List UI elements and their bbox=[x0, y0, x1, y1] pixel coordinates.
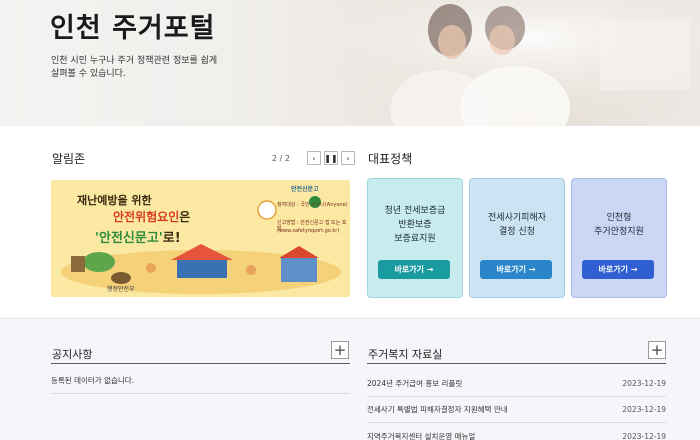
welfare-more-button[interactable]: + bbox=[648, 341, 666, 359]
banner-footer: 행정안전부 bbox=[107, 286, 135, 293]
hero-section: 인천 주거포털 인천 시민 누구나 주거 정책관련 정보를 쉽게 살펴볼 수 있… bbox=[0, 0, 700, 126]
pager-count: 2 / 2 bbox=[272, 153, 290, 163]
list-item-title: 전세사기 특별법 피해자결정자 지원혜택 안내 bbox=[367, 405, 508, 414]
banner-pager: 2 / 2 ‹ ❚❚ › bbox=[272, 150, 355, 166]
banner-headline-2: 안전위험요인은 bbox=[113, 208, 190, 225]
prev-button[interactable]: ‹ bbox=[306, 151, 321, 165]
policy-card-go-button[interactable]: 바로가기 → bbox=[378, 260, 450, 279]
plus-icon: + bbox=[650, 340, 664, 359]
chevron-right-icon: › bbox=[346, 153, 350, 163]
pause-button[interactable]: ❚❚ bbox=[323, 151, 338, 165]
notices-more-button[interactable]: + bbox=[331, 341, 349, 359]
banner-headline-2-red: 안전위험요인 bbox=[113, 210, 180, 224]
policy-section-title: 대표정책 bbox=[368, 152, 413, 166]
policy-card-youth-deposit[interactable]: 청년 전세보증금 반환보증 보증료지원 바로가기 → bbox=[367, 178, 463, 298]
policy-card-label: 청년 전세보증금 반환보증 보증료지원 bbox=[384, 206, 446, 244]
hero-description-line1: 인천 시민 누구나 주거 정책관련 정보를 쉽게 bbox=[51, 56, 218, 66]
policy-card-go-button[interactable]: 바로가기 → bbox=[480, 260, 552, 279]
hero-description-line2: 살펴볼 수 있습니다. bbox=[51, 69, 126, 79]
policy-card-go-button[interactable]: 바로가기 → bbox=[582, 260, 654, 279]
welfare-divider bbox=[367, 363, 666, 364]
notices-empty-text: 등록된 데이터가 없습니다. bbox=[51, 376, 135, 385]
chevron-left-icon: ‹ bbox=[312, 153, 316, 163]
notice-zone-title: 알림존 bbox=[52, 152, 86, 166]
banner-logo: 안전신문고 bbox=[291, 186, 319, 193]
hero-photo bbox=[330, 0, 700, 126]
policy-card-label: 인천형 주거안정지원 bbox=[594, 213, 644, 237]
next-button[interactable]: › bbox=[340, 151, 355, 165]
list-item[interactable]: 전세사기 특별법 피해자결정자 지원혜택 안내 2023-12-19 bbox=[367, 397, 666, 423]
list-item-date: 2023-12-19 bbox=[622, 431, 666, 440]
policy-card-housing-stability[interactable]: 인천형 주거안정지원 바로가기 → bbox=[571, 178, 667, 298]
list-item[interactable]: 2024년 주거급여 홍보 리플릿 2023-12-19 bbox=[367, 371, 666, 397]
policy-card-fraud-victim[interactable]: 전세사기피해자 결정 신청 바로가기 → bbox=[469, 178, 565, 298]
list-item-date: 2023-12-19 bbox=[622, 405, 666, 414]
banner-headline-3-dark: 로! bbox=[162, 231, 181, 246]
pause-icon: ❚❚ bbox=[324, 153, 338, 163]
boards-section: 공지사항 + 등록된 데이터가 없습니다. 주거복지 자료실 + 2024년 주… bbox=[0, 318, 700, 440]
banner-headline-3: '안전신문고'로! bbox=[95, 227, 181, 246]
banner-headline-1: 재난예방을 위한 bbox=[77, 194, 152, 207]
plus-icon: + bbox=[333, 340, 347, 359]
notices-title: 공지사항 bbox=[52, 348, 93, 361]
policy-card-label: 전세사기피해자 결정 신청 bbox=[488, 213, 546, 237]
main-middle-section: 알림존 2 / 2 ‹ ❚❚ › 안전신문고 재난예방을 위한 안전위험요인은 … bbox=[0, 126, 700, 318]
welfare-library-title: 주거복지 자료실 bbox=[368, 348, 443, 361]
page-title: 인천 주거포털 bbox=[50, 13, 216, 44]
banner-headline-2-dark: 은 bbox=[179, 210, 191, 224]
banner-sub-3: (www.safetyreport.go.kr) bbox=[277, 228, 340, 234]
banner-sub-1: 참여대상 : 국민 누구나(Anyone) bbox=[277, 202, 348, 208]
hero-description: 인천 시민 누구나 주거 정책관련 정보를 쉽게 살펴볼 수 있습니다. bbox=[51, 55, 251, 81]
list-item-date: 2023-12-19 bbox=[622, 379, 666, 388]
banner-headline-3-green: '안전신문고' bbox=[95, 231, 163, 246]
notices-divider bbox=[51, 363, 350, 364]
list-item-title: 2024년 주거급여 홍보 리플릿 bbox=[367, 379, 463, 388]
list-item-title: 지역주거복지센터 설치운영 매뉴얼 bbox=[367, 431, 476, 440]
list-item[interactable]: 지역주거복지센터 설치운영 매뉴얼 2023-12-19 bbox=[367, 423, 666, 440]
safety-report-banner[interactable]: 안전신문고 재난예방을 위한 안전위험요인은 '안전신문고'로! 참여대상 : … bbox=[51, 180, 350, 297]
notices-empty-row: 등록된 데이터가 없습니다. bbox=[51, 368, 350, 394]
